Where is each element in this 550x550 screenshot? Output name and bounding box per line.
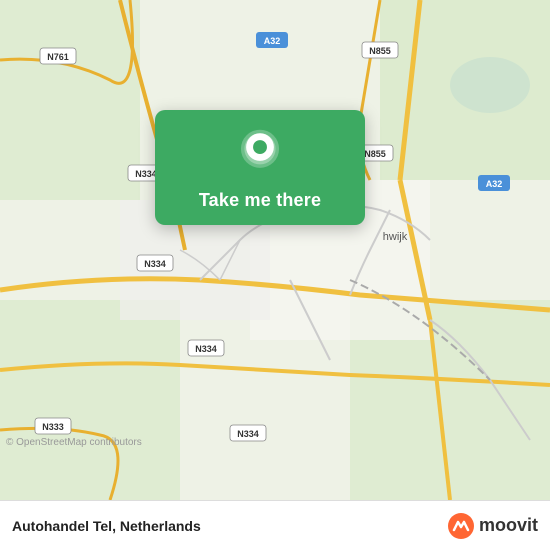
svg-text:N334: N334	[135, 169, 157, 179]
osm-attribution: © OpenStreetMap contributors	[6, 437, 142, 448]
moovit-icon	[447, 512, 475, 540]
svg-text:N334: N334	[195, 344, 217, 354]
moovit-text: moovit	[479, 515, 538, 536]
location-info: Autohandel Tel, Netherlands	[12, 518, 201, 534]
svg-text:N761: N761	[47, 52, 69, 62]
take-me-there-button[interactable]: Take me there	[199, 190, 321, 211]
location-name: Autohandel Tel, Netherlands	[12, 518, 201, 534]
svg-text:N334: N334	[237, 429, 259, 439]
popup-card[interactable]: Take me there	[155, 110, 365, 225]
map-background: N761 A32 A32 N855 N855 N334 N334 N334 N3…	[0, 0, 550, 500]
bottom-bar: Autohandel Tel, Netherlands moovit	[0, 500, 550, 550]
svg-text:N333: N333	[42, 422, 64, 432]
svg-text:A32: A32	[486, 179, 503, 189]
svg-text:hwijk: hwijk	[383, 231, 408, 243]
location-pin-icon	[234, 128, 286, 180]
svg-text:N855: N855	[364, 149, 386, 159]
svg-text:N855: N855	[369, 46, 391, 56]
map-container: N761 A32 A32 N855 N855 N334 N334 N334 N3…	[0, 0, 550, 500]
svg-text:N334: N334	[144, 259, 166, 269]
svg-text:A32: A32	[264, 36, 281, 46]
moovit-logo: moovit	[447, 512, 538, 540]
